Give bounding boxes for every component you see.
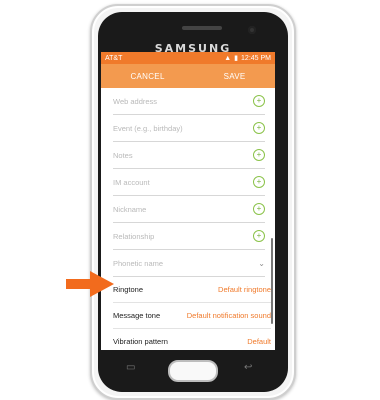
setting-ringtone[interactable]: Ringtone Default ringtone xyxy=(113,277,271,303)
pointer-arrow-icon xyxy=(66,271,114,297)
front-camera xyxy=(248,26,256,34)
plus-circle-icon[interactable]: + xyxy=(253,95,265,107)
signal-icon: ▲ xyxy=(224,54,232,62)
plus-circle-icon[interactable]: + xyxy=(253,203,265,215)
setting-value: Default ringtone xyxy=(218,285,271,294)
plus-circle-icon[interactable]: + xyxy=(253,149,265,161)
setting-value: Default notification sound xyxy=(186,311,271,320)
plus-circle-icon[interactable]: + xyxy=(253,122,265,134)
setting-message-tone[interactable]: Message tone Default notification sound xyxy=(113,303,271,329)
plus-circle-icon[interactable]: + xyxy=(253,230,265,242)
home-button[interactable] xyxy=(168,360,218,382)
setting-vibration-pattern[interactable]: Vibration pattern Default xyxy=(113,329,271,350)
field-placeholder: Phonetic name xyxy=(113,258,164,268)
status-bar: AT&T ▲ ▮ 12:45 PM xyxy=(101,52,275,64)
battery-icon: ▮ xyxy=(234,55,239,62)
back-icon[interactable]: ↩ xyxy=(244,362,258,373)
field-placeholder: IM account xyxy=(113,177,150,187)
plus-circle-icon[interactable]: + xyxy=(253,176,265,188)
field-nickname[interactable]: Nickname + xyxy=(113,196,265,223)
setting-label: Message tone xyxy=(113,311,161,320)
recent-apps-icon[interactable]: ▭ xyxy=(126,362,138,373)
setting-value: Default xyxy=(247,337,271,346)
field-web-address[interactable]: Web address + xyxy=(113,88,265,115)
field-placeholder: Relationship xyxy=(113,231,155,241)
cancel-button[interactable]: CANCEL xyxy=(124,68,170,85)
field-relationship[interactable]: Relationship + xyxy=(113,223,265,250)
field-phonetic-name[interactable]: Phonetic name ⌄ xyxy=(113,250,265,277)
status-icons: ▲ ▮ 12:45 PM xyxy=(224,54,271,63)
field-placeholder: Notes xyxy=(113,150,133,160)
earpiece-speaker xyxy=(182,26,222,30)
chevron-down-icon[interactable]: ⌄ xyxy=(258,259,265,268)
field-im-account[interactable]: IM account + xyxy=(113,169,265,196)
setting-label: Ringtone xyxy=(113,285,144,294)
setting-label: Vibration pattern xyxy=(113,337,168,346)
app-bar: CANCEL SAVE xyxy=(101,64,275,88)
field-event[interactable]: Event (e.g., birthday) + xyxy=(113,115,265,142)
field-notes[interactable]: Notes + xyxy=(113,142,265,169)
carrier-label: AT&T xyxy=(105,54,123,62)
phone-screen: AT&T ▲ ▮ 12:45 PM CANCEL SAVE Web addres… xyxy=(101,52,275,350)
field-placeholder: Nickname xyxy=(113,204,147,214)
scrollbar[interactable] xyxy=(271,238,273,324)
field-placeholder: Event (e.g., birthday) xyxy=(113,123,183,133)
field-placeholder: Web address xyxy=(113,96,158,106)
save-button[interactable]: SAVE xyxy=(218,68,252,85)
contact-form: Web address + Event (e.g., birthday) + N… xyxy=(101,88,275,350)
status-time: 12:45 PM xyxy=(241,54,271,62)
